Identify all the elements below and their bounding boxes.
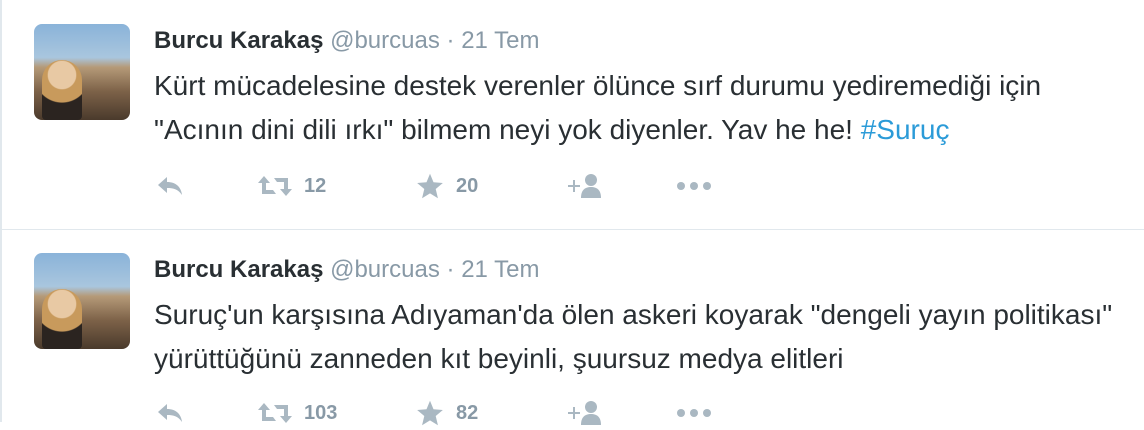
like-count: 82 xyxy=(456,401,479,424)
retweet-button[interactable]: 12 xyxy=(258,170,326,202)
like-count: 20 xyxy=(456,174,479,197)
like-button[interactable]: 82 xyxy=(416,397,478,429)
follow-icon xyxy=(568,174,601,198)
tweet[interactable]: Burcu Karakaş @burcuas · 21 Tem Suruç'un… xyxy=(2,229,1144,430)
tweet-text: Kürt mücadelesine destek verenler ölünce… xyxy=(154,64,1134,152)
username[interactable]: @burcuas xyxy=(330,256,440,283)
tweet-header: Burcu Karakaş @burcuas · 21 Tem xyxy=(154,255,539,285)
username[interactable]: @burcuas xyxy=(330,27,440,54)
timestamp[interactable]: 21 Tem xyxy=(461,256,539,283)
retweet-icon xyxy=(258,403,292,423)
timeline: Burcu Karakaş @burcuas · 21 Tem Kürt müc… xyxy=(0,0,1144,426)
tweet-text: Suruç'un karşısına Adıyaman'da ölen aske… xyxy=(154,293,1134,381)
reply-icon xyxy=(158,404,182,422)
follow-button[interactable] xyxy=(566,397,602,429)
follow-icon xyxy=(568,401,601,425)
retweet-icon xyxy=(258,176,292,196)
like-button[interactable]: 20 xyxy=(416,170,478,202)
hashtag-link[interactable]: #Suruç xyxy=(861,114,950,145)
avatar[interactable] xyxy=(34,24,130,120)
star-icon xyxy=(417,173,443,199)
tweet-actions: 12 20 xyxy=(154,170,754,202)
tweet-text-body: Suruç'un karşısına Adıyaman'da ölen aske… xyxy=(154,299,1113,374)
reply-button[interactable] xyxy=(156,170,184,202)
tweet[interactable]: Burcu Karakaş @burcuas · 21 Tem Kürt müc… xyxy=(2,0,1144,228)
follow-button[interactable] xyxy=(566,170,602,202)
reply-button[interactable] xyxy=(156,397,184,429)
more-button[interactable] xyxy=(676,397,712,429)
fullname[interactable]: Burcu Karakaş xyxy=(154,256,323,283)
more-button[interactable] xyxy=(676,170,712,202)
separator-dot: · xyxy=(446,256,455,283)
separator-dot: · xyxy=(446,27,455,54)
more-icon xyxy=(677,409,711,417)
retweet-button[interactable]: 103 xyxy=(258,397,337,429)
avatar[interactable] xyxy=(34,253,130,349)
retweet-count: 12 xyxy=(304,174,327,197)
timestamp[interactable]: 21 Tem xyxy=(461,27,539,54)
retweet-count: 103 xyxy=(304,401,338,424)
fullname[interactable]: Burcu Karakaş xyxy=(154,27,323,54)
tweet-header: Burcu Karakaş @burcuas · 21 Tem xyxy=(154,26,539,56)
reply-icon xyxy=(158,177,182,195)
tweet-actions: 103 82 xyxy=(154,397,754,429)
more-icon xyxy=(677,182,711,190)
star-icon xyxy=(417,400,443,426)
